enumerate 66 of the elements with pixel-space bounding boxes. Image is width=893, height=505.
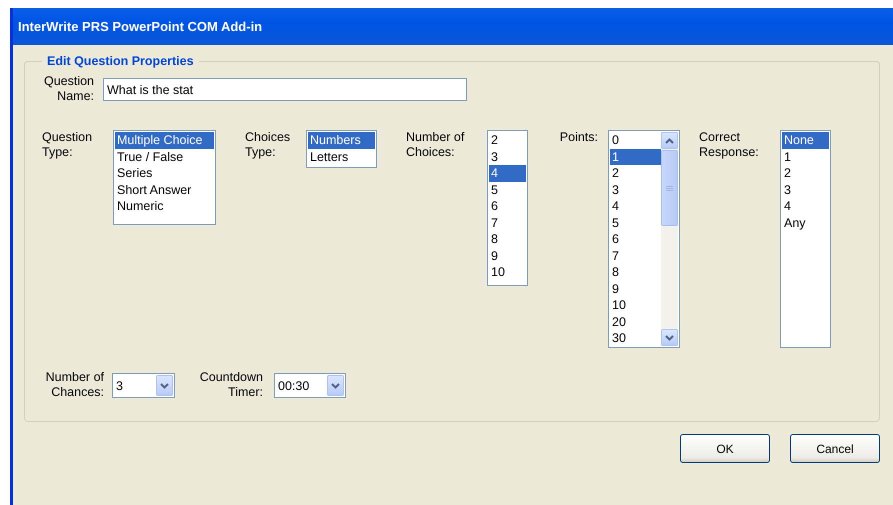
- scroll-up-button[interactable]: [661, 132, 678, 149]
- field-label: Number of Chances:: [44, 370, 104, 400]
- field-label: Number of Choices:: [406, 130, 466, 160]
- list-item[interactable]: Letters: [308, 148, 375, 165]
- list-item[interactable]: 5: [610, 214, 661, 231]
- list-item[interactable]: 4: [489, 165, 526, 182]
- window-title: InterWrite PRS PowerPoint COM Add-in: [18, 19, 262, 34]
- list-item[interactable]: Multiple Choice: [115, 132, 214, 148]
- list-item[interactable]: 10: [489, 264, 526, 280]
- list-item[interactable]: 6: [489, 198, 526, 214]
- list-box[interactable]: Numbers Letters: [306, 130, 377, 168]
- list-item[interactable]: Numeric: [115, 198, 214, 214]
- scroll-down-button[interactable]: [661, 329, 678, 346]
- list-item[interactable]: True / False: [115, 148, 214, 165]
- field-label: Countdown Timer:: [198, 370, 263, 400]
- list-item[interactable]: 8: [610, 264, 661, 280]
- dropdown[interactable]: 3: [112, 373, 175, 398]
- chevron-up-icon: [665, 138, 674, 144]
- list-item[interactable]: 10: [610, 297, 661, 314]
- chevron-down-icon: [160, 382, 169, 388]
- dropdown[interactable]: 00:30: [274, 373, 346, 398]
- chevron-down-icon: [665, 334, 674, 340]
- list-item[interactable]: 4: [782, 198, 829, 214]
- list-item[interactable]: 7: [489, 214, 526, 231]
- list-item[interactable]: None: [782, 132, 829, 148]
- field-label: Choices Type:: [245, 130, 292, 160]
- list-item[interactable]: 30: [610, 330, 661, 346]
- scrollbar-thumb[interactable]: [661, 150, 678, 226]
- field-label: Question Type:: [42, 130, 94, 160]
- field-label: Points:: [558, 130, 598, 145]
- list-item[interactable]: 0: [610, 132, 661, 148]
- list-item[interactable]: 20: [610, 314, 661, 330]
- list-item[interactable]: 9: [610, 280, 661, 297]
- list-item[interactable]: 3: [610, 182, 661, 198]
- list-item[interactable]: 3: [782, 182, 829, 198]
- group-title: Edit Question Properties: [46, 54, 195, 68]
- list-item[interactable]: 2: [489, 132, 526, 148]
- list-item[interactable]: 1: [610, 148, 661, 165]
- dialog-button[interactable]: OK: [680, 434, 770, 463]
- list-box[interactable]: 0 1 2 3 4 5 6 7 8 9 10 20 30: [608, 130, 680, 348]
- list-item[interactable]: 4: [610, 198, 661, 214]
- list-item[interactable]: Numbers: [308, 132, 375, 148]
- list-item[interactable]: 5: [489, 182, 526, 198]
- list-item[interactable]: Short Answer: [115, 182, 214, 198]
- list-box[interactable]: 2 3 4 5 6 7 8 9 10: [487, 130, 528, 286]
- chevron-down-icon: [331, 382, 340, 388]
- list-item[interactable]: Series: [115, 165, 214, 182]
- scrollbar-track[interactable]: [661, 132, 678, 346]
- dropdown-button[interactable]: [327, 375, 344, 396]
- question-name-field[interactable]: What is the stat: [103, 78, 467, 101]
- list-box[interactable]: Multiple Choice True / False Series Short Answer Numeric: [113, 130, 216, 225]
- list-item[interactable]: 3: [489, 148, 526, 165]
- field-label: Question Name:: [42, 74, 94, 104]
- dialog-button[interactable]: Cancel: [790, 434, 880, 463]
- list-item[interactable]: 1: [782, 148, 829, 165]
- list-item[interactable]: Any: [782, 214, 829, 231]
- list-item[interactable]: 6: [610, 231, 661, 248]
- list-item[interactable]: 8: [489, 231, 526, 248]
- list-box[interactable]: None 1 2 3 4 Any: [780, 130, 831, 348]
- list-item[interactable]: 9: [489, 248, 526, 264]
- list-item[interactable]: 7: [610, 248, 661, 264]
- dropdown-button[interactable]: [156, 375, 173, 396]
- field-label: Correct Response:: [699, 130, 760, 160]
- list-item[interactable]: 2: [782, 165, 829, 182]
- grip-icon: [666, 184, 673, 192]
- list-item[interactable]: 2: [610, 165, 661, 182]
